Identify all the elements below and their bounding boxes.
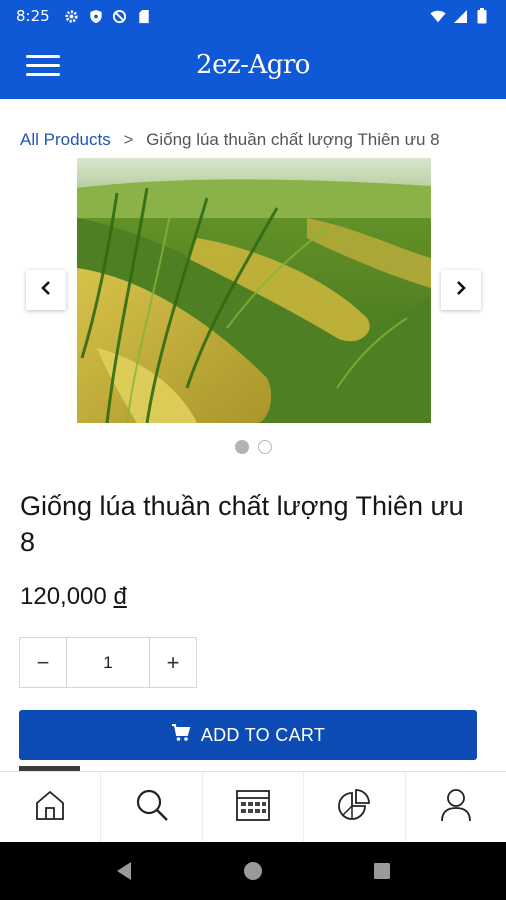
recents-icon[interactable] <box>367 856 397 886</box>
wifi-icon <box>430 8 446 24</box>
system-navigation-bar <box>0 842 506 900</box>
sim-card-icon <box>136 8 152 24</box>
bottom-nav <box>0 771 506 842</box>
decrease-quantity-button[interactable]: − <box>20 638 66 687</box>
breadcrumb-current: Giống lúa thuần chất lượng Thiên ưu 8 <box>146 130 440 149</box>
pie-chart-icon <box>336 787 372 828</box>
signal-icon <box>452 8 468 24</box>
nav-calendar[interactable] <box>203 772 305 842</box>
add-to-cart-button[interactable]: ADD TO CART <box>19 710 477 760</box>
price-currency: đ <box>113 583 127 610</box>
carousel-dot-2[interactable] <box>257 440 272 454</box>
gear-icon <box>64 8 80 24</box>
sync-off-icon <box>112 8 128 24</box>
shield-icon <box>88 8 104 24</box>
status-bar: 8:25 <box>0 0 506 32</box>
nav-home[interactable] <box>0 772 102 842</box>
search-icon <box>134 787 170 828</box>
home-icon <box>33 788 67 827</box>
home-button-icon[interactable] <box>238 856 268 886</box>
price-amount: 120,000 <box>20 583 107 610</box>
battery-icon <box>474 8 490 24</box>
carousel-indicators <box>0 440 506 454</box>
nav-search[interactable] <box>101 772 203 842</box>
image-carousel <box>0 156 506 426</box>
chevron-right-icon <box>455 280 467 300</box>
add-to-cart-label: ADD TO CART <box>200 724 326 745</box>
app-title: 2ez-Agro <box>196 50 310 80</box>
calendar-icon <box>235 788 271 827</box>
product-title: Giống lúa thuần chất lượng Thiên ưu 8 <box>20 491 464 557</box>
carousel-prev-button[interactable] <box>26 270 66 310</box>
product-price: 120,000 đ <box>20 583 127 611</box>
breadcrumb: All Products > Giống lúa thuần chất lượn… <box>20 130 440 150</box>
quantity-stepper: − 1 + <box>19 637 197 688</box>
status-time: 8:25 <box>16 7 50 25</box>
status-right-icons <box>430 8 490 24</box>
user-icon <box>440 787 472 828</box>
nav-reports[interactable] <box>304 772 406 842</box>
chevron-left-icon <box>40 280 52 300</box>
nav-account[interactable] <box>406 772 506 842</box>
carousel-dot-1[interactable] <box>234 440 249 454</box>
product-image <box>77 158 431 423</box>
chevron-right-icon: > <box>123 130 134 149</box>
increase-quantity-button[interactable]: + <box>150 638 196 687</box>
carousel-next-button[interactable] <box>441 270 481 310</box>
back-icon[interactable] <box>109 856 139 886</box>
breadcrumb-all-products[interactable]: All Products <box>20 130 111 149</box>
quantity-value[interactable]: 1 <box>66 638 150 687</box>
status-icons <box>64 8 152 24</box>
app-bar: 2ez-Agro <box>0 32 506 99</box>
cart-icon <box>171 723 191 747</box>
